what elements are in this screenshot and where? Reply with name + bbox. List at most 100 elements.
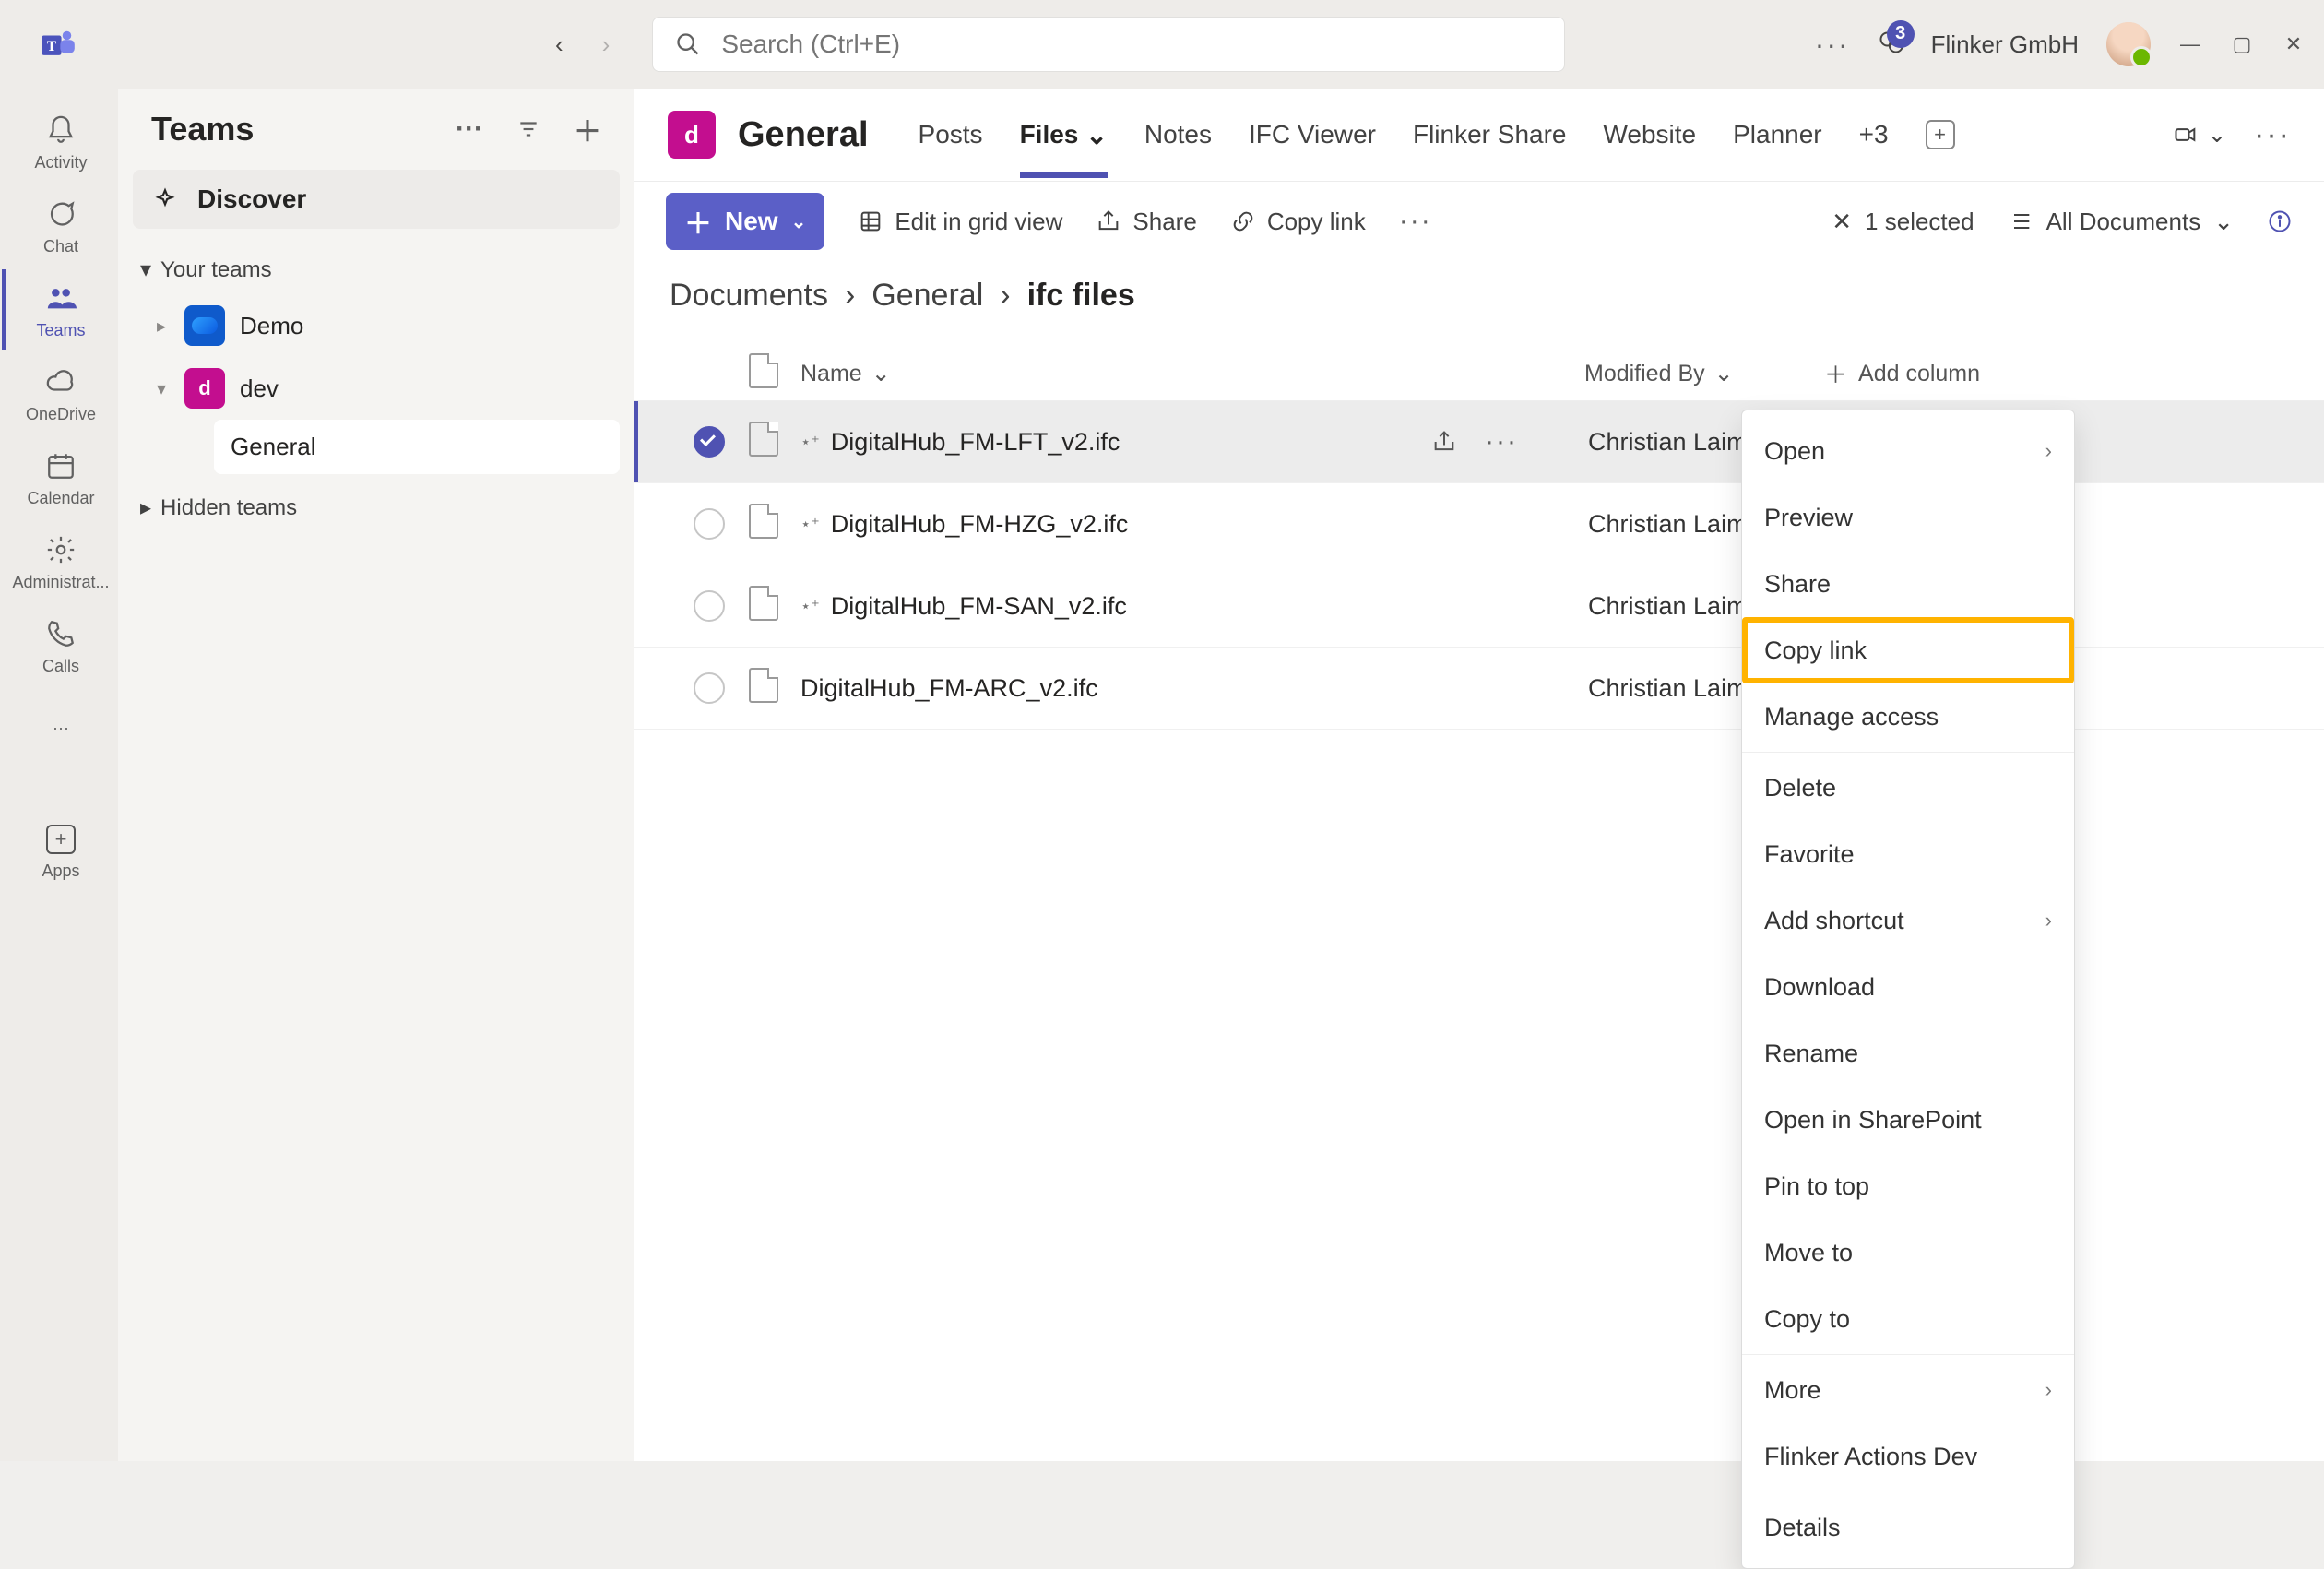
menu-item-delete[interactable]: Delete bbox=[1742, 755, 2074, 821]
discover-row[interactable]: Discover bbox=[133, 170, 620, 229]
rail-teams[interactable]: Teams bbox=[2, 269, 116, 350]
files-toolbar: ＋ New ⌄ Edit in grid view Share Copy lin… bbox=[634, 182, 2324, 261]
grid-icon bbox=[858, 208, 883, 234]
titlebar-more-button[interactable]: ··· bbox=[1815, 28, 1850, 62]
menu-item-add-shortcut[interactable]: Add shortcut› bbox=[1742, 887, 2074, 954]
menu-item-move-to[interactable]: Move to bbox=[1742, 1219, 2074, 1286]
breadcrumb-current: ifc files bbox=[1027, 278, 1135, 314]
menu-item-rename[interactable]: Rename bbox=[1742, 1020, 2074, 1087]
toolbar-more-button[interactable]: ··· bbox=[1399, 206, 1432, 237]
menu-item-label: Flinker Actions Dev bbox=[1764, 1443, 1977, 1471]
back-button[interactable]: ‹ bbox=[555, 30, 563, 59]
file-type-column[interactable] bbox=[749, 353, 800, 395]
share-icon[interactable] bbox=[1431, 429, 1457, 455]
your-teams-group[interactable]: ▾ Your teams bbox=[133, 245, 620, 294]
rail-label: Administrat... bbox=[12, 573, 109, 592]
select-radio[interactable] bbox=[694, 508, 725, 540]
info-icon[interactable] bbox=[2267, 208, 2293, 234]
row-more-button[interactable]: ··· bbox=[1485, 426, 1518, 458]
search-input[interactable] bbox=[719, 29, 1542, 60]
select-radio[interactable] bbox=[694, 426, 725, 458]
select-radio[interactable] bbox=[694, 672, 725, 704]
menu-item-copy-to[interactable]: Copy to bbox=[1742, 1286, 2074, 1352]
rail-onedrive[interactable]: OneDrive bbox=[2, 353, 116, 434]
rail-apps[interactable]: + Apps bbox=[2, 812, 116, 890]
tab-label: Files bbox=[1020, 120, 1079, 149]
clear-selection-icon[interactable]: ✕ bbox=[1832, 208, 1852, 236]
menu-item-preview[interactable]: Preview bbox=[1742, 484, 2074, 551]
breadcrumb-item[interactable]: Documents bbox=[670, 278, 828, 314]
chat-icon bbox=[45, 198, 77, 230]
user-avatar[interactable] bbox=[2106, 22, 2151, 66]
selection-count[interactable]: ✕ 1 selected bbox=[1832, 208, 1974, 236]
bell-icon bbox=[45, 114, 77, 146]
tab-notes[interactable]: Notes bbox=[1144, 120, 1212, 177]
menu-item-flinker-actions-dev[interactable]: Flinker Actions Dev bbox=[1742, 1423, 2074, 1490]
hidden-teams-group[interactable]: ▸ Hidden teams bbox=[133, 483, 620, 532]
menu-item-share[interactable]: Share bbox=[1742, 551, 2074, 617]
copy-link-button[interactable]: Copy link bbox=[1230, 208, 1366, 236]
file-icon bbox=[749, 668, 778, 703]
name-column-header[interactable]: Name ⌄ bbox=[800, 360, 1584, 387]
new-button[interactable]: ＋ New ⌄ bbox=[666, 193, 824, 250]
add-column-button[interactable]: ＋ Add column bbox=[1824, 357, 2045, 390]
search-box[interactable] bbox=[652, 17, 1565, 72]
share-button[interactable]: Share bbox=[1096, 208, 1196, 236]
file-name[interactable]: DigitalHub_FM-ARC_v2.ifc bbox=[800, 674, 1098, 703]
menu-item-manage-access[interactable]: Manage access bbox=[1742, 683, 2074, 750]
activity-feed-button[interactable]: 3 bbox=[1878, 30, 1903, 60]
channel-more-button[interactable]: ··· bbox=[2254, 117, 2291, 153]
more-icon: ··· bbox=[53, 719, 69, 738]
tool-label: Copy link bbox=[1267, 208, 1366, 236]
file-name[interactable]: DigitalHub_FM-LFT_v2.ifc bbox=[831, 428, 1120, 457]
meet-button[interactable]: ⌄ bbox=[2173, 122, 2226, 149]
close-button[interactable]: ✕ bbox=[2282, 32, 2306, 56]
file-name[interactable]: DigitalHub_FM-SAN_v2.ifc bbox=[831, 592, 1127, 621]
menu-item-favorite[interactable]: Favorite bbox=[1742, 821, 2074, 887]
rail-admin[interactable]: Administrat... bbox=[2, 521, 116, 601]
menu-item-open[interactable]: Open› bbox=[1742, 418, 2074, 484]
filter-icon[interactable] bbox=[516, 117, 540, 141]
team-row-demo[interactable]: ▸ Demo bbox=[133, 294, 620, 357]
minimize-button[interactable]: — bbox=[2178, 32, 2202, 56]
edit-grid-button[interactable]: Edit in grid view bbox=[858, 208, 1062, 236]
rail-more[interactable]: ··· bbox=[2, 706, 116, 747]
tab-ifc-viewer[interactable]: IFC Viewer bbox=[1249, 120, 1376, 177]
rail-activity[interactable]: Activity bbox=[2, 101, 116, 182]
view-switch[interactable]: All Documents ⌄ bbox=[2008, 208, 2234, 236]
menu-item-open-in-sharepoint[interactable]: Open in SharePoint bbox=[1742, 1087, 2074, 1153]
gear-icon bbox=[45, 534, 77, 565]
notification-badge: 3 bbox=[1887, 20, 1915, 48]
rail-calendar[interactable]: Calendar bbox=[2, 437, 116, 517]
tab-planner[interactable]: Planner bbox=[1733, 120, 1822, 177]
select-radio[interactable] bbox=[694, 590, 725, 622]
tab-posts[interactable]: Posts bbox=[919, 120, 983, 177]
tab-website[interactable]: Website bbox=[1603, 120, 1696, 177]
menu-item-download[interactable]: Download bbox=[1742, 954, 2074, 1020]
menu-item-pin-to-top[interactable]: Pin to top bbox=[1742, 1153, 2074, 1219]
modifiedby-column-header[interactable]: Modified By ⌄ bbox=[1584, 360, 1824, 387]
add-tab-button[interactable]: + bbox=[1926, 120, 1955, 149]
file-name[interactable]: DigitalHub_FM-HZG_v2.ifc bbox=[831, 510, 1129, 539]
breadcrumb-item[interactable]: General bbox=[872, 278, 983, 314]
new-indicator-icon: ⋆⁺ bbox=[800, 433, 820, 452]
rail-label: Calls bbox=[42, 657, 79, 676]
menu-item-details[interactable]: Details bbox=[1742, 1494, 2074, 1561]
team-row-dev[interactable]: ▾ d dev bbox=[133, 357, 620, 420]
chevron-right-icon: › bbox=[2045, 909, 2052, 933]
tabs-overflow[interactable]: +3 bbox=[1859, 120, 1889, 177]
maximize-button[interactable]: ▢ bbox=[2230, 32, 2254, 56]
rail-label: Calendar bbox=[27, 489, 94, 508]
create-team-button[interactable]: ＋ bbox=[574, 109, 601, 149]
rail-calls[interactable]: Calls bbox=[2, 605, 116, 685]
tab-flinker-share[interactable]: Flinker Share bbox=[1413, 120, 1567, 177]
rail-chat[interactable]: Chat bbox=[2, 185, 116, 266]
org-name[interactable]: Flinker GmbH bbox=[1931, 30, 2079, 59]
menu-item-more[interactable]: More› bbox=[1742, 1357, 2074, 1423]
menu-item-label: Share bbox=[1764, 570, 1831, 599]
menu-item-copy-link[interactable]: Copy link bbox=[1742, 617, 2074, 683]
teams-more-button[interactable]: ··· bbox=[456, 113, 483, 145]
channel-general[interactable]: General bbox=[214, 420, 620, 474]
tab-files[interactable]: Files ⌄ bbox=[1020, 120, 1108, 178]
forward-button[interactable]: › bbox=[602, 30, 611, 59]
